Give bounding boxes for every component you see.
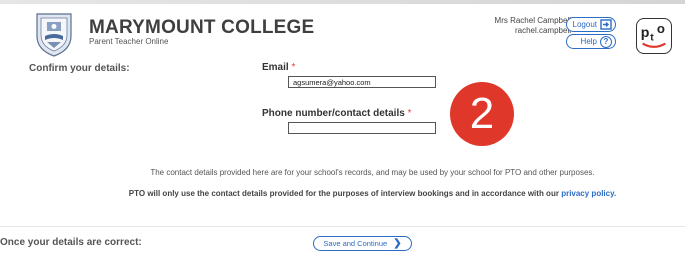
usage-note-text: PTO will only use the contact details pr…: [128, 189, 559, 198]
pto-logo-o: o: [657, 21, 665, 36]
save-button-label: Save and Continue: [323, 239, 388, 248]
details-correct-label: Once your details are correct:: [0, 237, 142, 248]
college-name: MARYMOUNT COLLEGE: [89, 17, 315, 38]
logout-button[interactable]: Logout: [566, 17, 616, 32]
pto-logo: p t o: [636, 18, 672, 54]
save-and-continue-button[interactable]: Save and Continue ❯: [313, 236, 412, 251]
user-full-name: Mrs Rachel Campbell: [494, 16, 571, 25]
pto-logo-t: t: [650, 33, 654, 44]
phone-input[interactable]: [288, 122, 436, 134]
usage-note: PTO will only use the contact details pr…: [0, 189, 685, 198]
confirm-details-heading: Confirm your details:: [29, 63, 130, 74]
user-info: Mrs Rachel Campbell rachel.campbell: [495, 16, 571, 36]
required-marker: *: [291, 62, 296, 73]
college-crest-icon: [36, 13, 72, 57]
pto-logo-p: p: [641, 25, 650, 41]
header: MARYMOUNT COLLEGE Parent Teacher Online …: [0, 4, 685, 58]
question-mark-icon: ?: [600, 35, 612, 48]
records-note: The contact details provided here are fo…: [150, 168, 595, 177]
help-label: Help: [580, 37, 597, 46]
section-divider: [0, 226, 685, 227]
required-marker: *: [407, 108, 412, 119]
phone-label: Phone number/contact details *: [262, 108, 412, 119]
phone-label-text: Phone number/contact details: [262, 108, 405, 119]
email-input[interactable]: [288, 76, 436, 88]
chevron-right-icon: ❯: [393, 237, 402, 249]
user-username: rachel.campbell: [514, 26, 571, 35]
app-subtitle: Parent Teacher Online: [89, 37, 169, 46]
help-button[interactable]: Help ?: [566, 34, 616, 49]
privacy-policy-link[interactable]: privacy policy.: [561, 189, 616, 198]
logout-label: Logout: [572, 20, 597, 29]
email-label: Email *: [262, 62, 295, 73]
step-number-badge: 2: [450, 82, 514, 146]
logout-icon: [600, 19, 612, 30]
email-label-text: Email: [262, 62, 289, 73]
